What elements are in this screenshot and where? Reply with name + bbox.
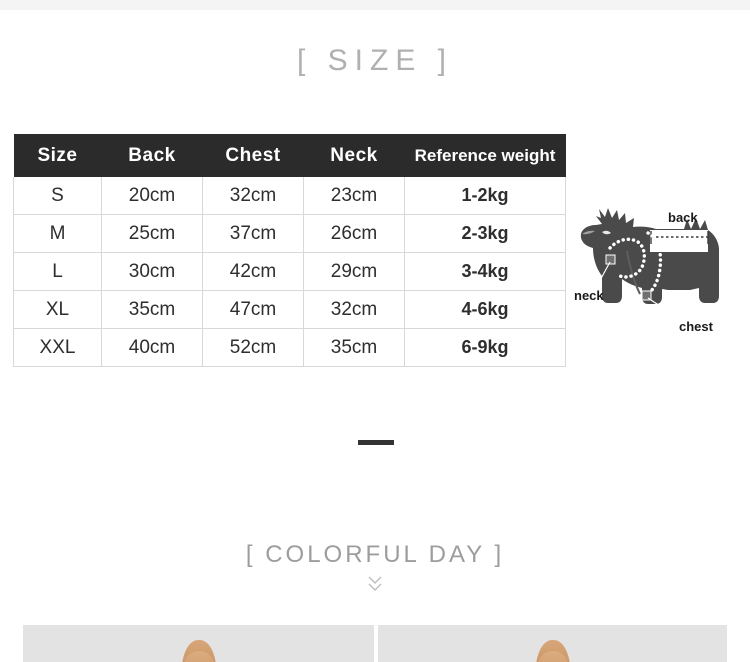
cell-chest: 47cm <box>202 290 304 329</box>
page-title-size: [ SIZE ] <box>296 44 454 77</box>
dog-label-back: back <box>668 210 698 225</box>
product-photo-left[interactable] <box>23 625 374 662</box>
cell-back: 25cm <box>101 214 203 253</box>
cell-size: XL <box>13 290 102 329</box>
cell-size: S <box>13 177 102 215</box>
cell-size: M <box>13 214 102 253</box>
column-header-back: Back <box>101 134 203 177</box>
column-header-neck: Neck <box>303 134 405 177</box>
cell-size: L <box>13 252 102 291</box>
table-row: M 25cm 37cm 26cm 2-3kg <box>13 214 566 253</box>
cell-back: 35cm <box>101 290 203 329</box>
dog-measurement-diagram: back neck chest <box>572 196 740 341</box>
table-row: S 20cm 32cm 23cm 1-2kg <box>13 177 566 215</box>
cell-chest: 37cm <box>202 214 304 253</box>
cell-chest: 42cm <box>202 252 304 291</box>
cell-back: 40cm <box>101 328 203 367</box>
cell-back: 30cm <box>101 252 203 291</box>
cell-neck: 23cm <box>303 177 405 215</box>
cell-weight: 4-6kg <box>404 290 566 329</box>
cell-neck: 32cm <box>303 290 405 329</box>
cell-neck: 29cm <box>303 252 405 291</box>
product-photo-subject <box>535 640 570 662</box>
cell-weight: 1-2kg <box>404 177 566 215</box>
cell-neck: 35cm <box>303 328 405 367</box>
cell-neck: 26cm <box>303 214 405 253</box>
size-chart-table: Size Back Chest Neck Reference weight S … <box>13 134 566 367</box>
section-title-colorful-day: [ COLORFUL DAY ] <box>245 541 505 568</box>
cell-chest: 32cm <box>202 177 304 215</box>
dog-label-chest: chest <box>679 319 714 334</box>
dog-label-neck: neck <box>574 288 604 303</box>
section-divider <box>358 440 394 445</box>
chevron-down-icon <box>0 574 750 594</box>
table-row: XL 35cm 47cm 32cm 4-6kg <box>13 290 566 329</box>
cell-weight: 2-3kg <box>404 214 566 253</box>
column-header-chest: Chest <box>202 134 304 177</box>
cell-back: 20cm <box>101 177 203 215</box>
cell-weight: 6-9kg <box>404 328 566 367</box>
table-header-row: Size Back Chest Neck Reference weight <box>13 134 566 177</box>
product-photo-subject <box>181 640 216 662</box>
cell-chest: 52cm <box>202 328 304 367</box>
cell-weight: 3-4kg <box>404 252 566 291</box>
table-row: L 30cm 42cm 29cm 3-4kg <box>13 252 566 291</box>
table-row: XXL 40cm 52cm 35cm 6-9kg <box>13 328 566 367</box>
cell-size: XXL <box>13 328 102 367</box>
product-photo-right[interactable] <box>378 625 727 662</box>
column-header-size: Size <box>13 134 102 177</box>
top-band <box>0 0 750 10</box>
column-header-reference-weight: Reference weight <box>404 134 566 177</box>
product-photo-strip <box>23 625 727 662</box>
